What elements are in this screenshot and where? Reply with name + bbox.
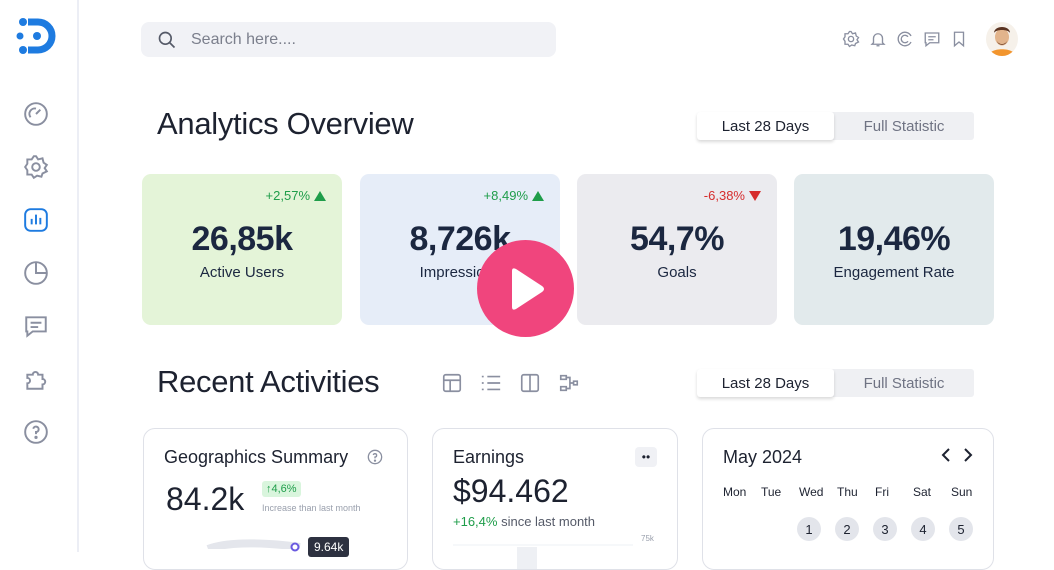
more-options-button[interactable]: •• bbox=[635, 447, 657, 467]
geographics-growth-note: Increase than last month bbox=[262, 503, 361, 513]
earnings-chart-gridlines bbox=[453, 544, 633, 569]
calendar-day[interactable]: 3 bbox=[873, 517, 897, 541]
user-avatar[interactable] bbox=[986, 22, 1018, 56]
play-icon bbox=[511, 267, 544, 310]
geographics-summary-title: Geographics Summary bbox=[164, 447, 349, 467]
bookmark-icon[interactable] bbox=[950, 30, 968, 48]
geographics-value: 84.2k bbox=[166, 481, 245, 517]
world-map-graphic bbox=[206, 539, 301, 549]
earnings-change-percent: +16,4% bbox=[453, 514, 498, 529]
calendar-day[interactable]: 4 bbox=[911, 517, 935, 541]
calendar-month: May 2024 bbox=[723, 447, 803, 467]
stat-label: Engagement Rate bbox=[833, 264, 955, 281]
help-icon[interactable] bbox=[22, 418, 50, 446]
calendar-panel: May 2024 Mon Tue Wed Thu Fri Sat Sun 1 2… bbox=[702, 428, 994, 570]
calendar-day[interactable]: 2 bbox=[835, 517, 859, 541]
stat-value: 26,85k bbox=[191, 220, 294, 258]
view-mode-switcher bbox=[440, 371, 581, 395]
calendar-day[interactable]: 5 bbox=[949, 517, 973, 541]
activities-range-last-28-days[interactable]: Last 28 Days bbox=[697, 369, 834, 397]
settings-gear-icon[interactable] bbox=[22, 153, 50, 181]
weekday-label: Sun bbox=[951, 485, 973, 499]
calendar-days: 1 2 3 4 5 bbox=[797, 517, 973, 541]
search-input[interactable] bbox=[189, 29, 533, 50]
stat-card-active-users[interactable]: +2,57% 26,85k Active Users bbox=[142, 174, 342, 325]
earnings-change: +16,4% since last month bbox=[453, 514, 595, 529]
stat-label: Active Users bbox=[199, 264, 285, 281]
pie-chart-icon[interactable] bbox=[22, 259, 50, 287]
stat-label: Goals bbox=[657, 264, 697, 281]
hierarchy-view-icon[interactable] bbox=[557, 371, 581, 395]
trend-up-icon bbox=[532, 190, 544, 201]
earnings-title: Earnings bbox=[453, 447, 525, 467]
recent-activities-title: Recent Activities bbox=[157, 364, 380, 399]
activity-icon[interactable] bbox=[896, 30, 914, 48]
stat-trend: +2,57% bbox=[266, 188, 326, 203]
calendar-next-button[interactable] bbox=[961, 447, 975, 468]
calendar-day[interactable]: 1 bbox=[797, 517, 821, 541]
map-value-tooltip: 9.64k bbox=[308, 537, 350, 557]
weekday-label: Thu bbox=[837, 485, 858, 499]
calendar-prev-button[interactable] bbox=[939, 447, 953, 468]
top-toolbar bbox=[842, 30, 968, 48]
dashboard-gauge-icon[interactable] bbox=[22, 100, 50, 128]
earnings-panel: Earnings •• $94.462 +16,4% since last mo… bbox=[432, 428, 678, 570]
messages-icon[interactable] bbox=[22, 312, 50, 340]
activities-range-toggle: Last 28 Days Full Statistic bbox=[697, 369, 974, 397]
video-play-button[interactable] bbox=[477, 240, 574, 337]
analytics-overview-title: Analytics Overview bbox=[157, 106, 414, 141]
calendar-weekdays: Mon Tue Wed Thu Fri Sat Sun bbox=[723, 485, 989, 499]
search-bar[interactable] bbox=[141, 22, 556, 57]
trend-up-icon bbox=[314, 190, 326, 201]
activities-range-full-statistic[interactable]: Full Statistic bbox=[834, 375, 974, 392]
settings-icon[interactable] bbox=[842, 30, 860, 48]
trend-down-icon bbox=[749, 190, 761, 201]
chat-icon[interactable] bbox=[923, 30, 941, 48]
puzzle-plugin-icon[interactable] bbox=[22, 365, 50, 393]
stat-card-goals[interactable]: -6,38% 54,7% Goals bbox=[577, 174, 777, 325]
weekday-label: Mon bbox=[723, 485, 747, 499]
stat-trend: -6,38% bbox=[704, 188, 761, 203]
column-view-icon[interactable] bbox=[518, 371, 542, 395]
geographics-summary-panel: Geographics Summary 84.2k ↑4,6% Increase… bbox=[143, 428, 408, 570]
app-logo[interactable] bbox=[16, 16, 56, 56]
stat-value: 54,7% bbox=[630, 220, 724, 258]
weekday-label: Wed bbox=[799, 485, 824, 499]
earnings-value: $94.462 bbox=[453, 473, 569, 509]
stat-trend: +8,49% bbox=[484, 188, 544, 203]
weekday-label: Tue bbox=[761, 485, 782, 499]
weekday-label: Fri bbox=[875, 485, 889, 499]
bell-icon[interactable] bbox=[869, 30, 887, 48]
calendar-navigation bbox=[939, 447, 975, 468]
help-circle-icon[interactable] bbox=[367, 449, 383, 465]
stat-value: 19,46% bbox=[837, 220, 951, 258]
geographics-growth-badge: ↑4,6% bbox=[262, 481, 301, 497]
overview-range-full-statistic[interactable]: Full Statistic bbox=[834, 118, 974, 135]
search-icon bbox=[158, 31, 176, 48]
analytics-chart-icon[interactable] bbox=[22, 206, 50, 234]
overview-range-last-28-days[interactable]: Last 28 Days bbox=[697, 112, 834, 140]
weekday-label: Sat bbox=[913, 485, 932, 499]
list-view-icon[interactable] bbox=[479, 371, 503, 395]
stat-card-engagement-rate[interactable]: 19,46% Engagement Rate bbox=[794, 174, 994, 325]
table-view-icon[interactable] bbox=[440, 371, 464, 395]
map-marker-icon bbox=[290, 542, 300, 552]
sidebar bbox=[0, 0, 79, 552]
earnings-change-note: since last month bbox=[501, 514, 596, 529]
overview-range-toggle: Last 28 Days Full Statistic bbox=[697, 112, 974, 140]
